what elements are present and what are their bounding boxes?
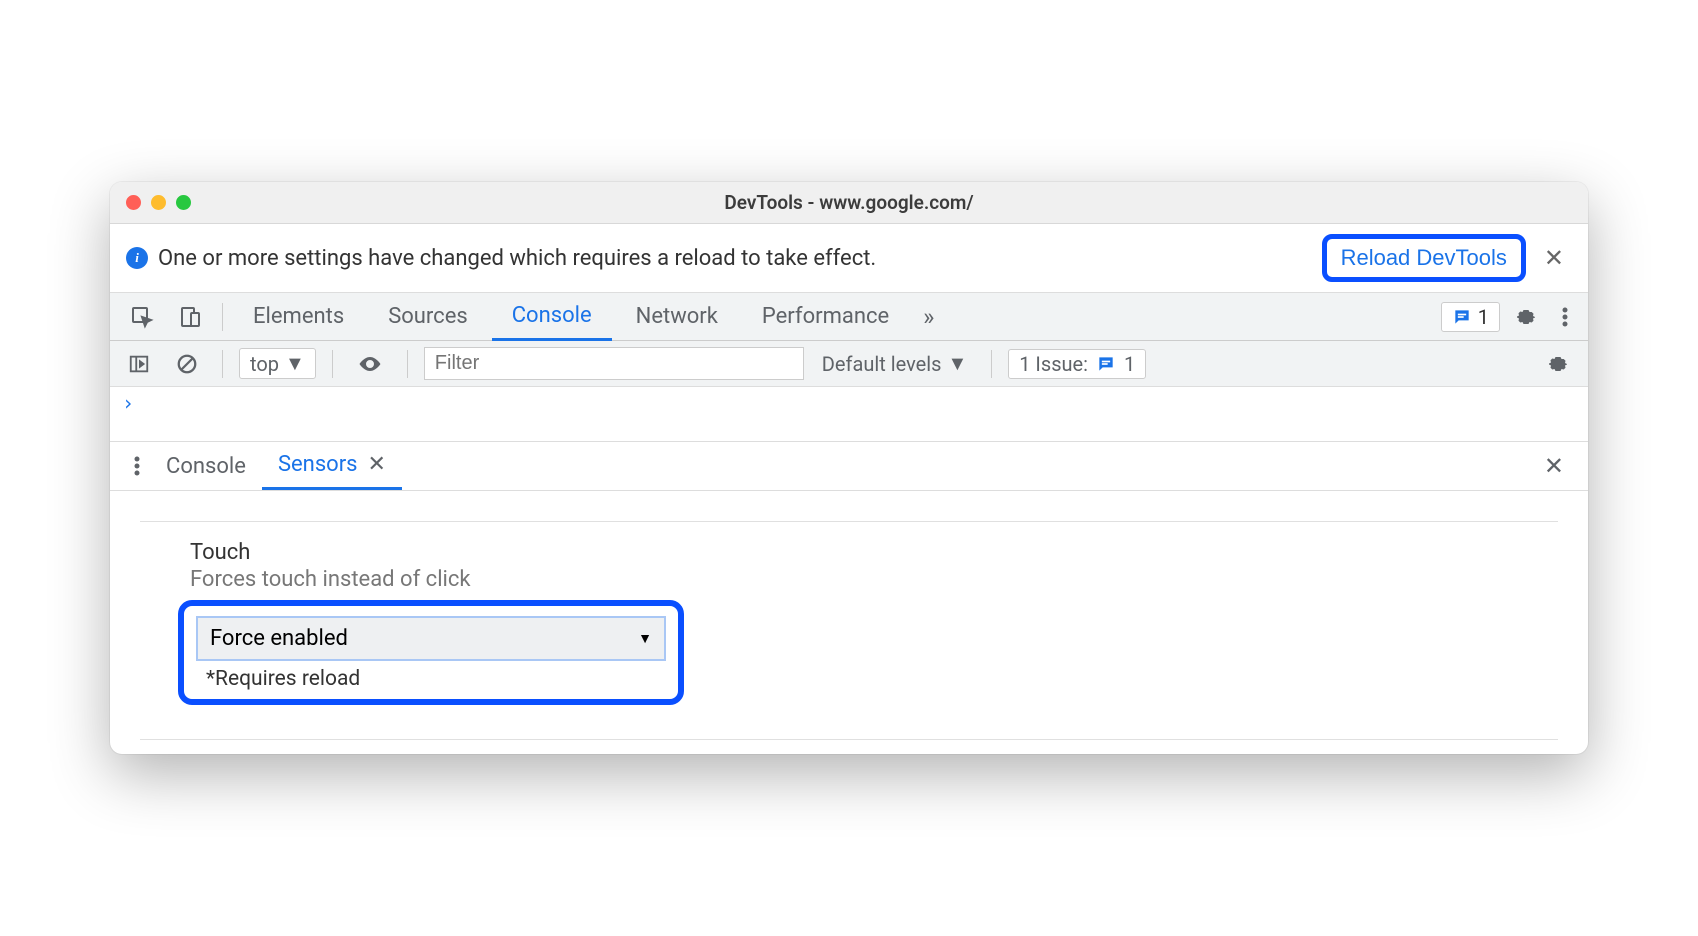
filter-input[interactable] [424, 347, 804, 380]
chevron-down-icon: ▼ [947, 351, 967, 376]
sensors-panel: Touch Forces touch instead of click Forc… [110, 491, 1588, 725]
tab-elements[interactable]: Elements [233, 294, 364, 339]
main-tabbar: Elements Sources Console Network Perform… [110, 293, 1588, 341]
tab-network[interactable]: Network [616, 294, 738, 339]
tab-console[interactable]: Console [492, 293, 612, 341]
touch-setting-title: Touch [190, 540, 1558, 565]
console-prompt: › [122, 391, 134, 415]
console-settings-icon[interactable] [1538, 348, 1578, 380]
window-minimize-button[interactable] [151, 195, 166, 210]
more-tabs-icon[interactable]: » [913, 297, 944, 337]
tab-sources[interactable]: Sources [368, 294, 488, 339]
drawer-tabbar: Console Sensors ✕ ✕ [110, 441, 1588, 491]
settings-icon[interactable] [1504, 299, 1548, 335]
touch-setting-subtitle: Forces touch instead of click [190, 567, 1558, 592]
devtools-window: DevTools - www.google.com/ i One or more… [110, 182, 1588, 754]
issues-count: 1 [1124, 352, 1135, 376]
console-sidebar-toggle-icon[interactable] [120, 349, 158, 379]
divider [407, 350, 408, 378]
touch-mode-value: Force enabled [210, 626, 348, 651]
divider [991, 350, 992, 378]
titlebar: DevTools - www.google.com/ [110, 182, 1588, 224]
traffic-lights [126, 195, 191, 210]
console-filterbar: top ▼ Default levels ▼ 1 Issue: 1 [110, 341, 1588, 387]
kebab-menu-icon[interactable] [1552, 299, 1578, 335]
touch-setting-highlight: Force enabled ▼ *Requires reload [178, 600, 684, 705]
divider [140, 739, 1558, 740]
inspect-element-icon[interactable] [120, 299, 164, 335]
requires-reload-note: *Requires reload [206, 667, 666, 691]
window-title: DevTools - www.google.com/ [724, 191, 973, 214]
chevron-down-icon: ▼ [638, 630, 652, 647]
window-maximize-button[interactable] [176, 195, 191, 210]
issues-count: 1 [1478, 305, 1489, 329]
drawer-tab-console[interactable]: Console [150, 444, 262, 489]
touch-mode-select[interactable]: Force enabled ▼ [196, 616, 666, 661]
window-close-button[interactable] [126, 195, 141, 210]
divider [222, 350, 223, 378]
reload-infobar: i One or more settings have changed whic… [110, 224, 1588, 293]
log-levels-selector[interactable]: Default levels ▼ [814, 349, 975, 378]
device-toggle-icon[interactable] [168, 299, 212, 335]
infobar-close-icon[interactable]: ✕ [1536, 244, 1572, 272]
issues-label: 1 Issue: [1019, 352, 1088, 376]
info-icon: i [126, 247, 148, 269]
context-selector[interactable]: top ▼ [239, 348, 316, 379]
live-expression-icon[interactable] [349, 351, 391, 377]
chat-icon [1452, 307, 1472, 327]
chat-icon [1096, 354, 1116, 374]
divider [332, 350, 333, 378]
close-icon[interactable]: ✕ [368, 452, 386, 477]
issues-summary[interactable]: 1 Issue: 1 [1008, 349, 1146, 379]
context-value: top [250, 352, 279, 376]
issues-badge[interactable]: 1 [1441, 302, 1500, 332]
clear-console-icon[interactable] [168, 349, 206, 379]
reload-devtools-button[interactable]: Reload DevTools [1322, 234, 1526, 282]
levels-value: Default levels [822, 352, 942, 376]
drawer-menu-icon[interactable] [124, 448, 150, 484]
infobar-message: One or more settings have changed which … [158, 246, 1312, 271]
drawer-close-icon[interactable]: ✕ [1534, 446, 1574, 486]
console-output[interactable]: › [110, 387, 1588, 441]
drawer-tab-sensors[interactable]: Sensors ✕ [262, 442, 402, 490]
divider [222, 303, 223, 331]
tab-performance[interactable]: Performance [742, 294, 909, 339]
chevron-down-icon: ▼ [285, 351, 305, 376]
